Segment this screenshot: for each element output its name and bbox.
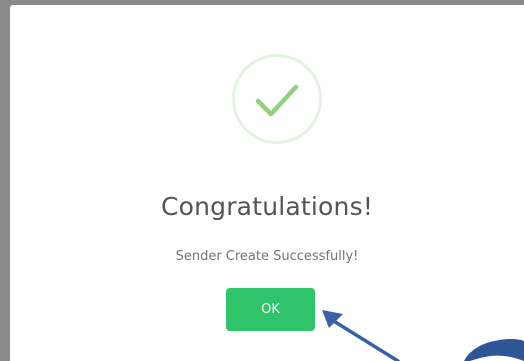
ok-button[interactable]: OK xyxy=(226,288,315,331)
checkmark-glyph xyxy=(255,84,299,117)
dialog-title: Congratulations! xyxy=(160,192,374,221)
success-dialog: Congratulations! Sender Create Successfu… xyxy=(10,5,524,361)
checkmark-icon xyxy=(232,54,322,144)
dialog-message: Sender Create Successfully! xyxy=(175,249,359,264)
